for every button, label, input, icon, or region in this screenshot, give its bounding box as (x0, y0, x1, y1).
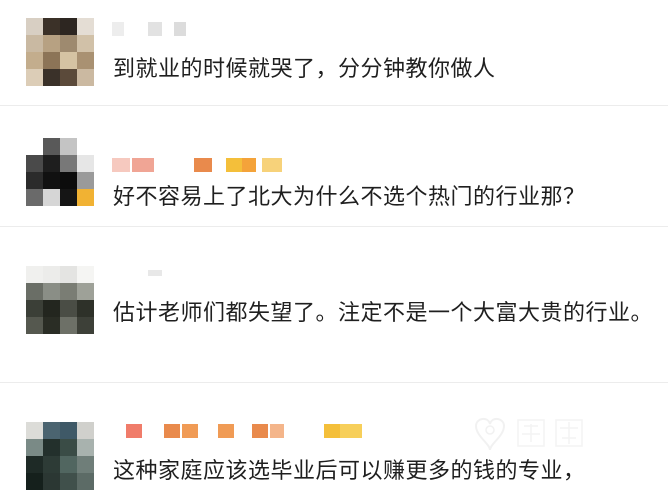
divider (0, 382, 668, 383)
avatar[interactable] (26, 266, 96, 336)
comment-text: 好不容易上了北大为什么不选个热门的行业那？ (113, 185, 586, 210)
comment-text: 估计老师们都失望了。注定不是一个大富大贵的行业。 (113, 301, 654, 326)
divider (0, 105, 668, 106)
comment-text: 这种家庭应该选毕业后可以赚更多的钱的专业， (113, 459, 586, 484)
avatar[interactable] (26, 138, 96, 208)
comment-item: 估计老师们都失望了。注定不是一个大富大贵的行业。 (0, 228, 668, 388)
comment-text: 到就业的时候就哭了，分分钟教你做人 (113, 57, 496, 82)
divider (0, 226, 668, 227)
avatar[interactable] (26, 18, 96, 88)
comment-item: 好不容易上了北大为什么不选个热门的行业那？ (0, 108, 668, 228)
comment-item: 到就业的时候就哭了，分分钟教你做人 (0, 0, 668, 108)
watermark-logo (474, 418, 583, 451)
avatar[interactable] (26, 422, 96, 492)
